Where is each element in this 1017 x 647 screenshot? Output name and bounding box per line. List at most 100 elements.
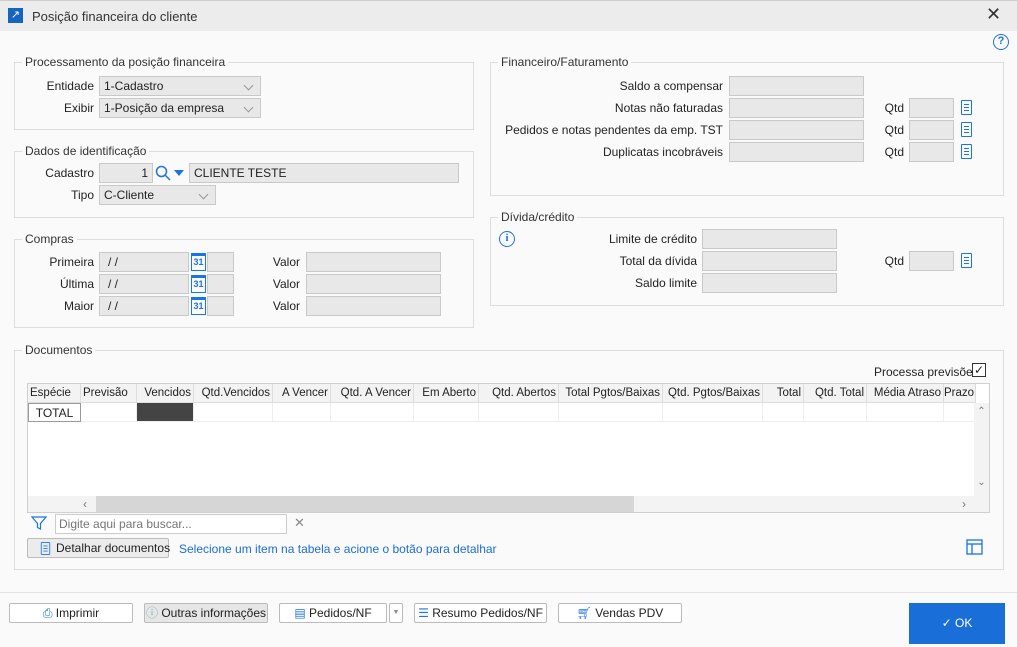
entidade-label: Entidade: [46, 79, 94, 93]
table-cell[interactable]: [414, 403, 479, 422]
search-icon[interactable]: [155, 165, 171, 181]
horizontal-scrollbar[interactable]: ‹ ›: [28, 496, 989, 512]
help-icon[interactable]: ?: [993, 34, 1009, 50]
table-cell[interactable]: [81, 403, 137, 422]
column-header[interactable]: Qtd. Total: [804, 384, 867, 403]
cart-icon: 🛒︎: [576, 606, 596, 620]
cadastro-input[interactable]: 1: [99, 163, 153, 183]
pedidos-pendentes-label: Pedidos e notas pendentes da emp. TST: [505, 123, 723, 137]
group-processamento: Processamento da posição financeira: [14, 55, 474, 130]
calendar-icon[interactable]: 31: [191, 253, 206, 271]
column-header[interactable]: Em Aberto: [414, 384, 479, 403]
column-header[interactable]: Previsão: [81, 384, 137, 403]
app-icon: ↗: [8, 8, 23, 23]
pedidos-label: Pedidos/NF: [308, 606, 372, 620]
calendar-icon[interactable]: 31: [191, 275, 206, 293]
valor-label: Valor: [272, 277, 300, 291]
column-header[interactable]: Qtd. Abertos: [479, 384, 559, 403]
documents-table[interactable]: Espécie Previsão Vencidos Qtd.Vencidos A Ven…: [27, 383, 990, 513]
layout-icon[interactable]: [966, 539, 983, 555]
table-cell[interactable]: [559, 403, 663, 422]
table-cell[interactable]: [804, 403, 867, 422]
close-icon[interactable]: ✕: [986, 4, 1001, 25]
group-legend: Dívida/crédito: [498, 210, 578, 224]
table-cell[interactable]: [137, 403, 194, 422]
saldo-limite-label: Saldo limite: [634, 276, 697, 290]
column-header[interactable]: Vencidos: [137, 384, 194, 403]
tipo-select[interactable]: C-Cliente: [99, 185, 216, 205]
dropdown-triangle-icon[interactable]: [174, 170, 184, 177]
group-legend: Compras: [22, 232, 77, 246]
detalhar-label: Detalhar documentos: [56, 541, 171, 555]
table-cell[interactable]: [331, 403, 414, 422]
document-list-icon[interactable]: [961, 122, 972, 137]
saldo-compensar-field: [729, 76, 864, 96]
outras-informacoes-button[interactable]: ⓘ Outras informações: [144, 603, 268, 623]
valor-label: Valor: [272, 255, 300, 269]
pedidos-nf-button[interactable]: ▤ Pedidos/NF: [279, 603, 387, 623]
limite-credito-label: Limite de crédito: [608, 232, 697, 246]
maior-date-input[interactable]: / /: [99, 296, 189, 316]
exibir-label: Exibir: [63, 101, 94, 115]
ok-button[interactable]: ✓ OK: [909, 603, 1005, 644]
search-input[interactable]: [55, 514, 287, 534]
imprimir-button[interactable]: ⎙ Imprimir: [9, 603, 133, 623]
table-cell[interactable]: [867, 403, 944, 422]
pedidos-dropdown-button[interactable]: ▼: [389, 603, 403, 623]
pedidos-pendentes-field: [729, 120, 864, 140]
column-header[interactable]: Espécie: [28, 384, 81, 403]
exibir-select[interactable]: 1-Posição da empresa: [99, 98, 261, 118]
column-header[interactable]: Média Atraso: [867, 384, 944, 403]
column-header[interactable]: Prazo: [944, 384, 976, 403]
document-list-icon[interactable]: [961, 100, 972, 115]
column-header[interactable]: Total: [763, 384, 804, 403]
tipo-label: Tipo: [71, 188, 94, 202]
table-cell[interactable]: [273, 403, 331, 422]
table-cell[interactable]: TOTAL: [28, 403, 81, 422]
table-cell[interactable]: [763, 403, 804, 422]
scroll-left-icon[interactable]: ‹: [83, 497, 87, 511]
vertical-scrollbar[interactable]: ⌃ ⌄: [974, 403, 989, 496]
table-cell[interactable]: [663, 403, 763, 422]
table-cell[interactable]: [944, 403, 976, 422]
column-header[interactable]: Total Pgtos/Baixas: [559, 384, 663, 403]
column-header[interactable]: Qtd. A Vencer: [331, 384, 414, 403]
primeira-label: Primeira: [49, 255, 94, 269]
duplicatas-qtd-field: [909, 142, 954, 162]
clear-search-icon[interactable]: ✕: [294, 515, 305, 531]
imprimir-label: Imprimir: [55, 606, 100, 620]
ultima-date-input[interactable]: / /: [99, 274, 189, 294]
detalhar-documentos-button[interactable]: Detalhar documentos: [27, 538, 171, 558]
cadastro-label: Cadastro: [45, 166, 94, 180]
maior-label: Maior: [63, 299, 94, 313]
group-legend: Financeiro/Faturamento: [498, 55, 632, 69]
info-icon: ⓘ: [145, 606, 162, 620]
check-icon: ✓: [941, 616, 956, 630]
resumo-pedidos-button[interactable]: ☰ Resumo Pedidos/NF: [414, 603, 547, 623]
table-cell[interactable]: [194, 403, 273, 422]
table-cell[interactable]: [479, 403, 559, 422]
document-list-icon[interactable]: [961, 253, 972, 268]
qtd-label: Qtd: [884, 101, 904, 115]
column-header[interactable]: Qtd. Pgtos/Baixas: [663, 384, 763, 403]
vendas-pdv-button[interactable]: 🛒︎ Vendas PDV: [558, 603, 682, 623]
processa-previsoes-checkbox[interactable]: ✓: [972, 363, 986, 377]
entidade-select[interactable]: 1-Cadastro: [99, 76, 261, 96]
column-header[interactable]: Qtd.Vencidos: [194, 384, 273, 403]
total-divida-label: Total da dívida: [619, 254, 697, 268]
info-icon[interactable]: i: [499, 231, 515, 247]
divida-qtd-field: [909, 251, 954, 271]
calendar-icon[interactable]: 31: [191, 297, 206, 315]
group-legend: Processamento da posição financeira: [22, 55, 229, 69]
scrollbar-thumb[interactable]: [96, 496, 634, 512]
primeira-date-input[interactable]: / /: [99, 252, 189, 272]
group-legend: Dados de identificação: [22, 144, 150, 158]
maior-extra-field: [207, 296, 234, 316]
document-list-icon[interactable]: [961, 144, 972, 159]
column-header[interactable]: A Vencer: [273, 384, 331, 403]
total-divida-field: [702, 251, 837, 271]
scroll-right-icon[interactable]: ›: [962, 497, 966, 511]
qtd-label: Qtd: [884, 123, 904, 137]
ok-label: OK: [955, 616, 973, 630]
filter-icon[interactable]: [31, 515, 47, 531]
